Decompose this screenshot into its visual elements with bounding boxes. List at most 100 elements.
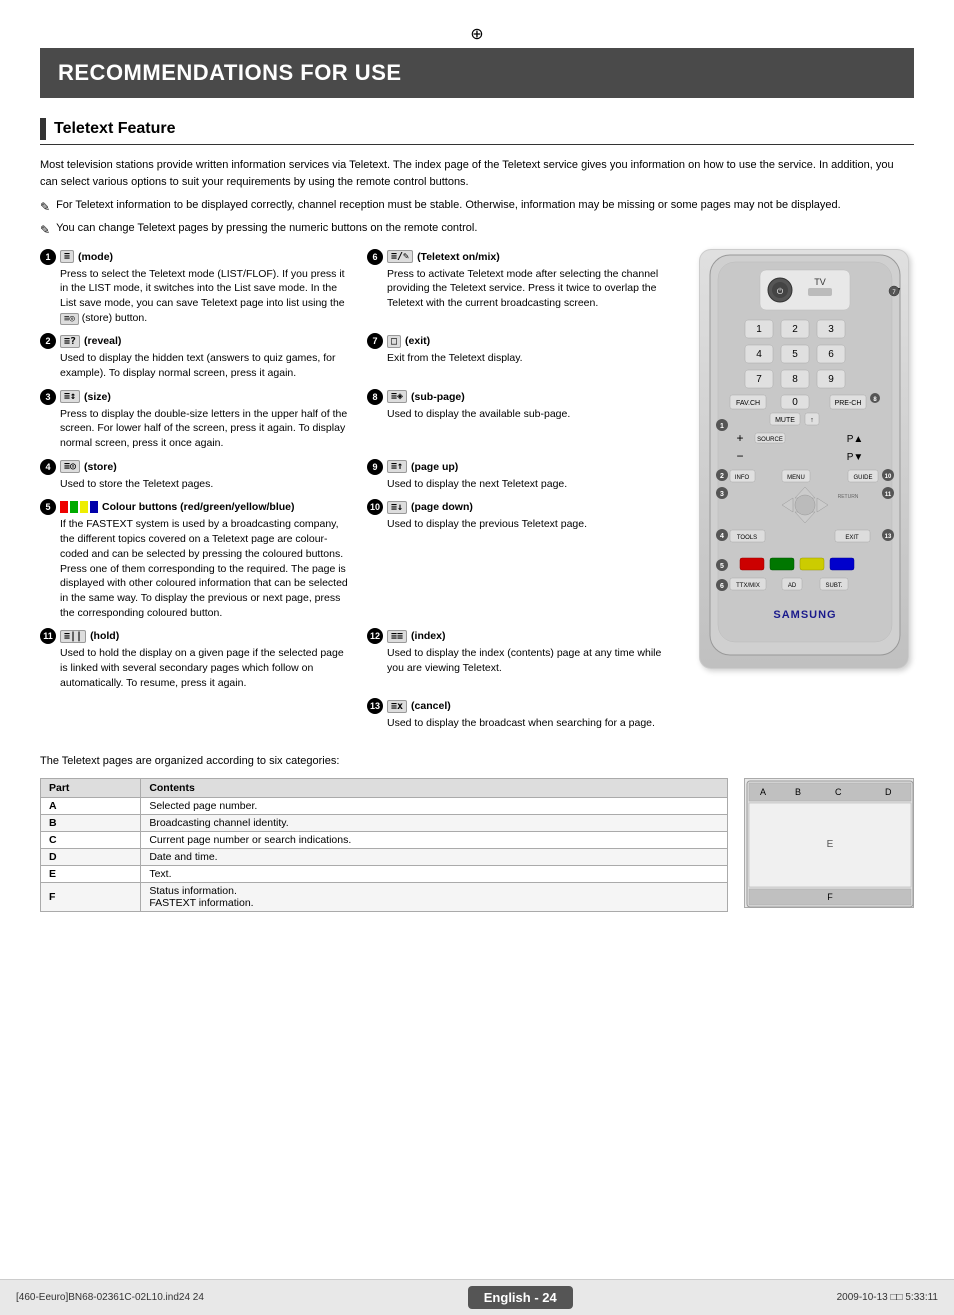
item-7-icon: □: [387, 335, 401, 348]
item-11-desc: Used to hold the display on a given page…: [60, 646, 351, 690]
item-7-exit: 7 □ (exit) Exit from the Teletext displa…: [367, 333, 678, 380]
contents-d: Date and time.: [141, 848, 728, 865]
svg-text:TV: TV: [814, 277, 826, 287]
svg-text:D: D: [885, 787, 892, 797]
svg-text:8: 8: [792, 374, 798, 385]
svg-text:SOURCE: SOURCE: [757, 437, 783, 443]
svg-text:5: 5: [792, 349, 798, 360]
item-8-label: 8 ≡◈ (sub-page): [367, 389, 678, 405]
svg-text:FAV.CH: FAV.CH: [736, 400, 760, 407]
item-3-num: 3: [40, 389, 56, 405]
svg-text:C: C: [835, 787, 842, 797]
note-1: ✎ For Teletext information to be display…: [40, 198, 914, 216]
svg-text:P▼: P▼: [847, 452, 864, 463]
item-6-label: 6 ≡/✎ (Teletext on/mix): [367, 249, 678, 265]
item-8-subpage: 8 ≡◈ (sub-page) Used to display the avai…: [367, 389, 678, 451]
item-5-num: 5: [40, 499, 56, 515]
table-intro: The Teletext pages are organized accordi…: [40, 753, 914, 770]
page-footer: [460-Eeuro]BN68-02361C-02L10.ind24 24 En…: [0, 1279, 954, 1315]
item-11-hold: 11 ≡|| (hold) Used to hold the display o…: [40, 628, 351, 690]
contents-c: Current page number or search indication…: [141, 831, 728, 848]
remote-control-image: ⏻ TV 7 7 1 2 3: [699, 249, 909, 669]
svg-text:4: 4: [720, 533, 724, 540]
svg-text:9: 9: [828, 374, 834, 385]
item-12-desc: Used to display the index (contents) pag…: [387, 646, 678, 675]
item-6-title: (Teletext on/mix): [417, 251, 500, 263]
item-2-reveal: 2 ≡? (reveal) Used to display the hidden…: [40, 333, 351, 380]
svg-text:MENU: MENU: [787, 475, 805, 481]
note-text-2: You can change Teletext pages by pressin…: [56, 221, 477, 236]
svg-text:P▲: P▲: [847, 434, 864, 445]
svg-text:1: 1: [720, 423, 724, 430]
part-a: A: [41, 797, 141, 814]
item-12-icon: ≡≡: [387, 630, 407, 643]
left-column: 1 ≡ (mode) Press to select the Teletext …: [40, 249, 678, 739]
items-grid: 1 ≡ (mode) Press to select the Teletext …: [40, 249, 678, 739]
item-10-num: 10: [367, 499, 383, 515]
table-wrap: Part Contents A Selected page number. B …: [40, 778, 914, 912]
item-12-title: (index): [411, 630, 445, 642]
item-7-label: 7 □ (exit): [367, 333, 678, 349]
table-row: E Text.: [41, 865, 728, 882]
svg-text:0: 0: [792, 397, 798, 408]
item-13-num: 13: [367, 698, 383, 714]
item-9-title: (page up): [411, 461, 458, 473]
section-bar-decoration: [40, 118, 46, 140]
svg-text:PRE-CH: PRE-CH: [835, 400, 862, 407]
item-3-desc: Press to display the double-size letters…: [60, 407, 351, 451]
svg-text:MUTE: MUTE: [775, 417, 795, 424]
item-6-teletext-onmix: 6 ≡/✎ (Teletext on/mix) Press to activat…: [367, 249, 678, 326]
table-row: F Status information.FASTEXT information…: [41, 882, 728, 911]
note-2: ✎ You can change Teletext pages by press…: [40, 221, 914, 239]
contents-e: Text.: [141, 865, 728, 882]
svg-text:F: F: [827, 892, 833, 902]
item-5-desc: If the FASTEXT system is used by a broad…: [60, 517, 351, 620]
item-4-icon: ≡◎: [60, 460, 80, 473]
item-7-num: 7: [367, 333, 383, 349]
item-5-label: 5 Colour buttons (red/green/yellow/blue): [40, 499, 351, 515]
item-10-desc: Used to display the previous Teletext pa…: [387, 517, 678, 532]
svg-text:EXIT: EXIT: [845, 535, 859, 541]
item-1-mode: 1 ≡ (mode) Press to select the Teletext …: [40, 249, 351, 326]
item-10-title: (page down): [411, 501, 473, 513]
section-title: Teletext Feature: [54, 120, 176, 138]
svg-text:6: 6: [828, 349, 834, 360]
svg-text:B: B: [795, 787, 801, 797]
item-13-label: 13 ≡x (cancel): [367, 698, 678, 714]
item-1-title: (mode): [78, 251, 113, 263]
categories-table: Part Contents A Selected page number. B …: [40, 778, 728, 912]
contents-f: Status information.FASTEXT information.: [141, 882, 728, 911]
item-6-desc: Press to activate Teletext mode after se…: [387, 267, 678, 311]
item-1-num: 1: [40, 249, 56, 265]
item-12-index: 12 ≡≡ (index) Used to display the index …: [367, 628, 678, 690]
item-9-icon: ≡↑: [387, 460, 407, 473]
svg-text:6: 6: [720, 583, 724, 590]
page-wrapper: ⊕ RECOMMENDATIONS FOR USE Teletext Featu…: [0, 0, 954, 952]
item-6-num: 6: [367, 249, 383, 265]
intro-paragraph: Most television stations provide written…: [40, 157, 914, 190]
part-b: B: [41, 814, 141, 831]
item-3-icon: ≡↕: [60, 390, 80, 403]
section-header: Teletext Feature: [40, 118, 914, 145]
right-column: ⏻ TV 7 7 1 2 3: [694, 249, 914, 739]
item-13-icon: ≡x: [387, 700, 407, 713]
table-row: D Date and time.: [41, 848, 728, 865]
table-row: A Selected page number.: [41, 797, 728, 814]
svg-text:↑: ↑: [810, 417, 814, 424]
item-4-title: (store): [84, 461, 117, 473]
svg-text:13: 13: [885, 534, 892, 540]
svg-text:3: 3: [720, 491, 724, 498]
svg-text:RETURN: RETURN: [838, 494, 859, 500]
item-10-icon: ≡↓: [387, 501, 407, 514]
svg-text:E: E: [827, 839, 834, 850]
svg-text:GUIDE: GUIDE: [853, 475, 872, 481]
item-8-title: (sub-page): [411, 391, 465, 403]
footer-right: 2009-10-13 □□ 5:33:11: [837, 1292, 938, 1303]
svg-text:10: 10: [885, 474, 892, 480]
item-11-icon: ≡||: [60, 630, 86, 643]
item-6-icon: ≡/✎: [387, 250, 413, 263]
item-2-title: (reveal): [84, 335, 121, 347]
svg-text:SUBT.: SUBT.: [825, 583, 842, 589]
item-10-pagedown: 10 ≡↓ (page down) Used to display the pr…: [367, 499, 678, 620]
item-1-icon: ≡: [60, 250, 74, 263]
